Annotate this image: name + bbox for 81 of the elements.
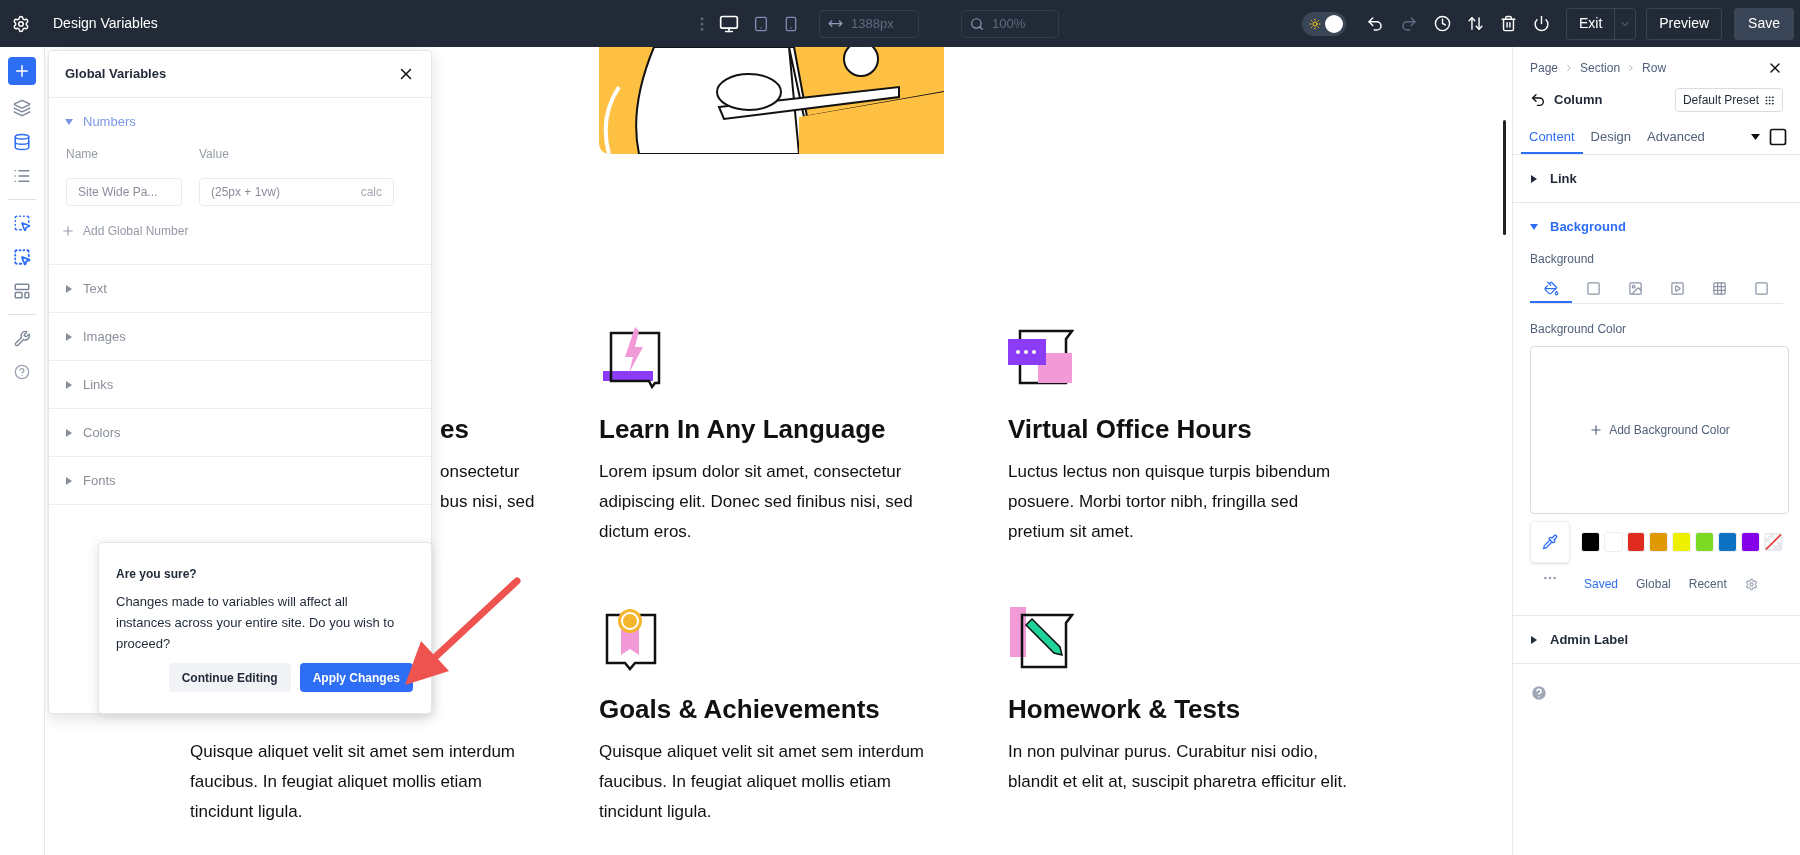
history-icon[interactable] [1433, 15, 1451, 32]
plus-icon [1589, 423, 1604, 437]
plus-icon [13, 62, 31, 80]
feature-text: Lorem ipsum dolor sit amet, consectetur adipiscing elit. Donec sed finibus nisi, sed dictum eros. [599, 461, 914, 543]
section-toggle[interactable]: Text [49, 265, 123, 312]
feature-heading: Virtual Office Hours [1008, 413, 1253, 446]
sort-icon[interactable] [1466, 15, 1484, 32]
eyedropper-icon [1541, 534, 1558, 550]
save-button[interactable]: Save [1734, 7, 1794, 40]
settings-tab[interactable]: Advanced [1639, 122, 1713, 154]
video-icon [1670, 281, 1686, 296]
column-label: Value [199, 146, 229, 163]
feature-text: bus nisi, sed [440, 491, 536, 513]
feature-heading: es [440, 413, 470, 446]
color-swatch[interactable] [1695, 532, 1715, 552]
feature-heading: Learn In Any Language [599, 413, 887, 446]
color-swatch[interactable] [1626, 532, 1646, 552]
feature-text: Quisque aliquet velit sit amet sem interdum faucibus. In feugiat aliquet mollis etiam tincidunt ligula. [190, 741, 517, 823]
undo-icon[interactable] [1365, 14, 1384, 33]
palette-tab[interactable]: Saved [1584, 575, 1619, 593]
section-toggle[interactable]: Link [1513, 155, 1594, 202]
feature-heading: Homework & Tests [1008, 693, 1242, 726]
add-button[interactable] [8, 57, 36, 85]
feature-heading: Goals & Achievements [599, 693, 881, 726]
section-toggle[interactable]: Colors [49, 409, 137, 456]
help-icon[interactable] [1530, 684, 1548, 702]
color-swatch[interactable] [1718, 532, 1738, 552]
no-color-swatch[interactable] [1764, 532, 1783, 552]
continue-button[interactable]: Continue Editing [168, 663, 291, 692]
color-swatch[interactable] [1649, 532, 1669, 552]
theme-toggle[interactable] [1301, 11, 1346, 36]
section-toggle[interactable]: Images [49, 313, 142, 360]
plus-icon [61, 224, 75, 238]
settings-tab[interactable]: Content [1521, 122, 1583, 154]
field-label: Background Color [1530, 321, 1628, 338]
power-icon[interactable] [1532, 15, 1550, 32]
preset-button[interactable]: Default Preset [1674, 88, 1783, 112]
search-icon [970, 16, 984, 31]
delete-icon[interactable] [1499, 15, 1517, 32]
add-color-button[interactable]: Add Background Color [1530, 346, 1789, 514]
mask-icon [1754, 281, 1770, 296]
image-icon [1627, 281, 1643, 296]
color-icon [1543, 281, 1559, 296]
column-label: Name [66, 146, 99, 163]
pattern-icon [1712, 281, 1728, 296]
app-title: Design Variables [53, 14, 159, 33]
name-field[interactable]: Site Wide Pa... [66, 178, 182, 206]
palette-tab[interactable]: Recent [1688, 575, 1727, 593]
preview-button[interactable]: Preview [1646, 7, 1723, 40]
toggle-knob [1324, 14, 1343, 33]
gradient-icon [1585, 281, 1601, 296]
section-toggle[interactable]: Admin Label [1513, 616, 1645, 663]
feature-text: In non pulvinar purus. Curabitur nisi odio, blandit et elit at, suscipit pharetra efficitur elit. [1008, 741, 1348, 793]
color-swatch[interactable] [1580, 532, 1600, 552]
breadcrumb-link[interactable]: Section [1580, 59, 1621, 77]
dialog-title: Are you sure? [116, 566, 198, 583]
feature-text: Quisque aliquet velit sit amet sem interdum faucibus. In feugiat aliquet mollis etiam tincidunt ligula. [599, 741, 926, 823]
feature-text: onsectetur [440, 461, 521, 483]
color-swatch[interactable] [1672, 532, 1692, 552]
back-icon[interactable] [1530, 92, 1546, 108]
settings-tab[interactable]: Design [1582, 122, 1639, 154]
feature-text: Luctus lectus non quisque turpis bibendum posuere. Morbi tortor nibh, fringilla sed pretium sit amet. [1008, 461, 1332, 543]
caret-down-icon[interactable] [1751, 133, 1760, 141]
sun-icon [1308, 17, 1321, 30]
section-toggle[interactable]: Fonts [49, 457, 132, 504]
value-field[interactable]: (25px + 1vw) calc [199, 178, 394, 206]
eyedropper-button[interactable] [1530, 521, 1570, 563]
field-label: Background [1530, 251, 1596, 268]
square-icon[interactable] [1768, 127, 1788, 147]
pencil-note-icon [1008, 605, 1074, 671]
color-swatch[interactable] [1741, 532, 1761, 552]
grip-icon [1764, 94, 1775, 106]
panel-title: Global Variables [65, 65, 167, 84]
section-toggle[interactable]: Links [49, 361, 130, 408]
apply-button[interactable]: Apply Changes [299, 663, 413, 692]
breadcrumb-link[interactable]: Page [1530, 59, 1559, 77]
section-toggle[interactable]: Background [1513, 203, 1643, 250]
element-title: Column [1554, 91, 1603, 110]
breadcrumb-link[interactable]: Row [1642, 59, 1667, 77]
palette-tab[interactable]: Global [1636, 575, 1671, 593]
dialog-message: Changes made to variables will affect all instances across your entire site. Do you wish to proceed? [116, 593, 396, 653]
